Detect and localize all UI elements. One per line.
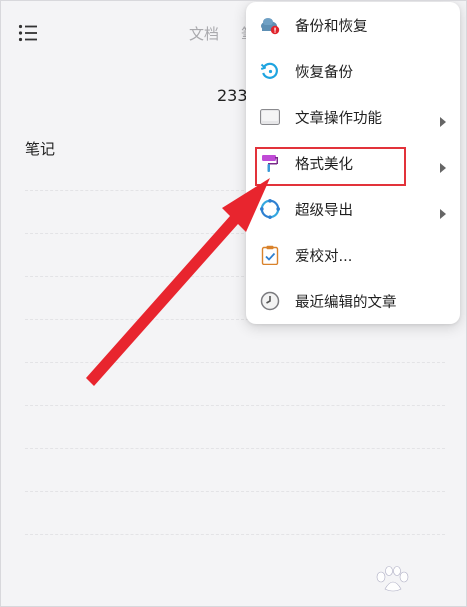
tab-documents[interactable]: 文档: [189, 23, 219, 44]
menu-item-article-actions[interactable]: 文章操作功能: [246, 94, 460, 140]
clipboard-check-icon: [260, 245, 280, 265]
export-cycle-icon: [260, 199, 280, 219]
ctrl-key-icon: [260, 107, 280, 127]
menu-item-label: 备份和恢复: [295, 18, 368, 35]
divider-line: [25, 362, 445, 363]
menu-item-label: 超级导出: [295, 202, 353, 219]
divider-line: [25, 491, 445, 492]
baidu-watermark: [327, 557, 459, 597]
restore-icon: [260, 61, 280, 81]
menu-item-label: 恢复备份: [295, 64, 353, 81]
divider-line: [25, 405, 445, 406]
item-count: 233: [217, 86, 248, 105]
menu-item-recent-articles[interactable]: 最近编辑的文章: [246, 278, 460, 324]
clock-icon: [260, 291, 280, 311]
cloud-backup-icon: [260, 15, 280, 35]
menu-item-label: 文章操作功能: [295, 110, 382, 127]
menu-item-label: 最近编辑的文章: [295, 294, 397, 311]
hamburger-list-icon[interactable]: [18, 24, 42, 44]
chevron-right-icon: [439, 112, 447, 127]
menu-item-restore-backup[interactable]: 恢复备份: [246, 48, 460, 94]
annotation-highlight-box: [255, 147, 406, 186]
app-window: 文档 筆 233 笔记 备份和恢复: [0, 0, 467, 607]
menu-item-super-export[interactable]: 超级导出: [246, 186, 460, 232]
menu-item-proofread[interactable]: 爱校对...: [246, 232, 460, 278]
section-title-notes: 笔记: [25, 140, 56, 158]
divider-line: [25, 534, 445, 535]
divider-line: [25, 448, 445, 449]
chevron-right-icon: [439, 158, 447, 173]
menu-item-label: 爱校对...: [295, 248, 353, 265]
chevron-right-icon: [439, 204, 447, 219]
menu-item-backup-restore[interactable]: 备份和恢复: [246, 2, 460, 48]
